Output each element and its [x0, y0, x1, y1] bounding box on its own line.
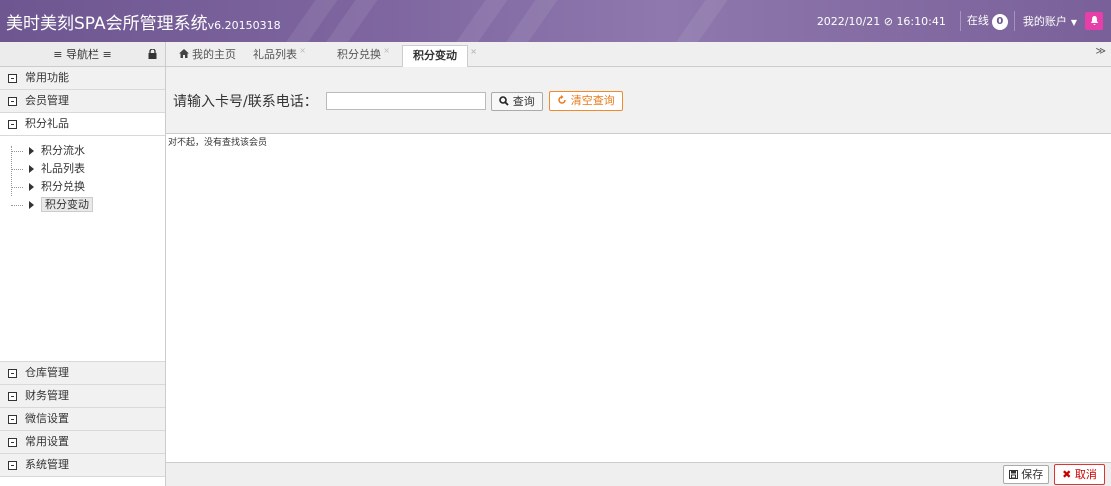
search-icon [499, 96, 509, 106]
tab-gift-list[interactable]: 礼品列表 × [253, 45, 306, 67]
section-label: 会员管理 [25, 94, 69, 107]
sidebar-item-label: 积分兑换 [41, 180, 85, 193]
sidebar-section-common[interactable]: 常用功能 [0, 67, 165, 90]
close-icon: ✖ [1062, 468, 1072, 481]
header-right: 2022/10/21 ⊘ 16:10:41 在线 0 我的账户 ▼ [817, 11, 1103, 31]
header-separator [959, 11, 961, 31]
tab-label: 我的主页 [192, 48, 236, 61]
app-title: 美时美刻SPA会所管理系统v6.20150318 [6, 9, 281, 34]
collapse-icon [8, 437, 17, 447]
tab-points-change[interactable]: 积分变动 × [402, 45, 477, 67]
caret-right-icon [29, 147, 34, 155]
online-label: 在线 [966, 14, 989, 27]
section-label: 微信设置 [25, 412, 69, 425]
save-button-label: 保存 [1021, 468, 1044, 481]
tree-connector [11, 169, 23, 170]
tab-label: 礼品列表 [253, 48, 297, 61]
close-icon[interactable]: × [470, 42, 477, 62]
sidebar-item-points-exchange[interactable]: 积分兑换 [0, 178, 165, 196]
header-time: 16:10:41 [896, 14, 946, 28]
query-button[interactable]: 查询 [491, 92, 543, 111]
online-count-badge: 0 [991, 14, 1008, 30]
clear-query-button[interactable]: 清空查询 [549, 91, 623, 111]
section-label: 常用设置 [25, 435, 69, 448]
sidebar-item-label: 积分流水 [41, 144, 85, 157]
bell-icon[interactable] [1085, 12, 1103, 30]
header-datetime: 2022/10/21 ⊘ 16:10:41 [817, 15, 946, 28]
sidebar-section-warehouse[interactable]: 仓库管理 [0, 362, 165, 385]
app-header: 美时美刻SPA会所管理系统v6.20150318 2022/10/21 ⊘ 16… [0, 0, 1111, 42]
sidebar-item-points-log[interactable]: 积分流水 [0, 142, 165, 160]
header-date: 2022/10/21 [816, 14, 881, 28]
lock-icon[interactable] [148, 49, 157, 59]
app-version: v6.20150318 [207, 19, 281, 32]
tab-label: 积分变动 [413, 49, 457, 62]
collapse-icon [8, 391, 17, 401]
sidebar-section-wechat[interactable]: 微信设置 [0, 408, 165, 431]
header-decoration [445, 0, 513, 42]
section-label: 系统管理 [25, 458, 69, 471]
save-button[interactable]: 保存 [1003, 465, 1049, 484]
nav-title[interactable]: ≡ 导航栏 ≡ [0, 42, 165, 67]
collapse-icon [8, 414, 17, 424]
home-icon [179, 45, 189, 65]
tree-connector [11, 205, 23, 206]
tab-label: 积分兑换 [337, 48, 381, 61]
result-message: 对不起，没有查找该会员 [168, 138, 268, 148]
collapse-icon [8, 73, 17, 83]
main-content: 对不起，没有查找该会员 [166, 134, 1111, 462]
tab-bar: 我的主页 礼品列表 × 积分兑换 × 积分变动 × ≫ [166, 42, 1111, 67]
caret-right-icon [29, 183, 34, 191]
section-label: 积分礼品 [25, 117, 69, 130]
card-phone-input[interactable] [326, 92, 486, 110]
section-label: 仓库管理 [25, 366, 69, 379]
collapse-icon [8, 460, 17, 470]
sidebar-item-label: 礼品列表 [41, 162, 85, 175]
sidebar-section-members[interactable]: 会员管理 [0, 90, 165, 113]
refresh-icon [558, 95, 566, 104]
tabs-more-icon[interactable]: ≫ [1096, 46, 1106, 57]
caret-right-icon [29, 201, 34, 209]
search-label: 请输入卡号/联系电话： [173, 94, 318, 110]
header-decoration [495, 0, 563, 42]
caret-right-icon [29, 165, 34, 173]
tree-connector [11, 151, 23, 152]
cancel-button-label: 取消 [1074, 468, 1097, 481]
action-bar: 保存 ✖ 取消 [166, 462, 1111, 486]
sidebar: ≡ 导航栏 ≡ 常用功能 会员管理 积分礼品 积分流水 礼品列表 积分兑换 积分… [0, 42, 166, 486]
header-separator [1013, 11, 1015, 31]
app-title-text: 美时美刻SPA会所管理系统 [6, 14, 208, 34]
collapse-icon [8, 119, 17, 129]
header-decoration [665, 0, 733, 42]
sidebar-item-label: 积分变动 [41, 197, 93, 212]
sidebar-section-finance[interactable]: 财务管理 [0, 385, 165, 408]
account-label: 我的账户 [1022, 15, 1067, 28]
close-icon[interactable]: × [299, 41, 306, 61]
close-icon[interactable]: × [383, 41, 390, 61]
sidebar-item-points-change[interactable]: 积分变动 [0, 196, 165, 214]
sidebar-section-settings[interactable]: 常用设置 [0, 431, 165, 454]
chevron-down-icon: ▼ [1070, 18, 1077, 27]
collapse-icon [8, 368, 17, 378]
online-status[interactable]: 在线 0 [967, 12, 1008, 30]
sidebar-item-gift-list[interactable]: 礼品列表 [0, 160, 165, 178]
sidebar-section-points[interactable]: 积分礼品 [0, 113, 165, 136]
tab-home[interactable]: 我的主页 [179, 45, 236, 67]
cancel-button[interactable]: ✖ 取消 [1054, 464, 1105, 485]
collapse-icon [8, 96, 17, 106]
clear-query-label: 清空查询 [570, 94, 615, 107]
tree-connector [11, 187, 23, 188]
nav-title-text: ≡ 导航栏 ≡ [53, 48, 112, 61]
account-menu[interactable]: 我的账户 ▼ [1023, 13, 1077, 29]
tab-points-exchange[interactable]: 积分兑换 × [337, 45, 390, 67]
bell-icon-svg [1090, 16, 1098, 25]
save-icon [1008, 470, 1018, 479]
sidebar-section-system[interactable]: 系统管理 [0, 454, 165, 477]
section-label: 财务管理 [25, 389, 69, 402]
query-button-label: 查询 [512, 95, 535, 108]
clock-icon: ⊘ [883, 14, 893, 28]
points-submenu: 积分流水 礼品列表 积分兑换 积分变动 [0, 136, 165, 362]
search-panel: 请输入卡号/联系电话： 查询 清空查询 [166, 67, 1111, 134]
section-label: 常用功能 [25, 71, 69, 84]
